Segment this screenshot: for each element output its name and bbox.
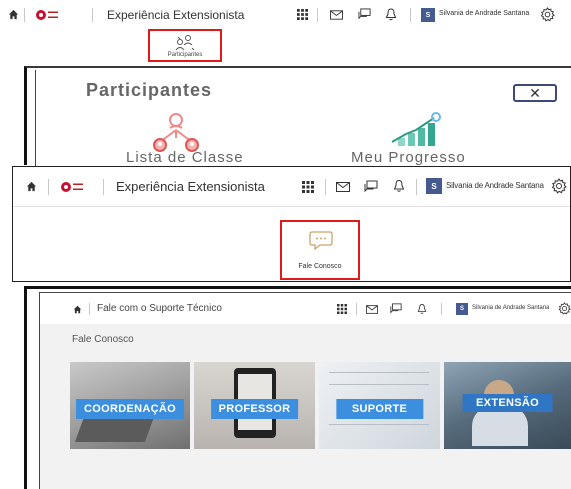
section-subtitle: Fale Conosco <box>72 334 134 345</box>
divider <box>24 8 25 22</box>
content-footer <box>40 449 571 489</box>
bell-icon[interactable] <box>385 8 397 21</box>
avatar[interactable]: S <box>421 8 435 22</box>
divider <box>441 303 442 315</box>
participants-panel-inner: Participantes ✕ Lista de Classe Meu Prog… <box>35 70 571 167</box>
participants-icon <box>175 34 195 51</box>
page-title: Fale com o Suporte Técnico <box>97 303 222 314</box>
tile-image <box>329 372 429 373</box>
top-bar-1: ▬▬ ▬▬ Experiência Extensionista S Silvani… <box>0 0 571 30</box>
logo-text: ▬▬ ▬▬ <box>73 181 83 192</box>
mail-icon[interactable] <box>330 10 343 20</box>
divider <box>92 8 93 22</box>
logo-mark <box>36 10 46 20</box>
contact-label: Fale Conosco <box>298 263 342 270</box>
tile-image <box>329 424 429 425</box>
support-label: SUPORTE <box>335 399 424 419</box>
tile-image <box>472 406 528 446</box>
logo-mark <box>61 182 71 192</box>
avatar[interactable]: S <box>456 303 468 315</box>
participants-highlight[interactable]: Participantes <box>148 29 222 62</box>
divider <box>103 179 104 195</box>
mail-icon[interactable] <box>366 305 378 314</box>
logo[interactable]: ▬▬ ▬▬ <box>61 182 83 192</box>
divider <box>356 303 357 315</box>
gear-icon[interactable] <box>551 178 567 194</box>
logo[interactable]: ▬▬ ▬▬ <box>36 10 58 20</box>
class-list-icon[interactable] <box>146 112 206 154</box>
contact-highlight[interactable]: Fale Conosco <box>280 220 360 280</box>
avatar[interactable]: S <box>426 178 442 194</box>
gear-icon[interactable] <box>558 302 571 315</box>
coordination-tile[interactable]: COORDENAÇÃO <box>70 362 190 449</box>
speech-bubbles-icon <box>308 230 334 252</box>
user-name[interactable]: Silvania de Andrade Santana <box>472 305 549 311</box>
home-icon[interactable] <box>26 181 37 192</box>
apps-grid-icon[interactable] <box>337 304 347 314</box>
contact-panel: ▬▬ ▬▬ Experiência Extensionista S Silvani… <box>12 166 571 282</box>
home-icon[interactable] <box>8 9 19 20</box>
panel-title: Participantes <box>86 80 213 100</box>
chat-icon[interactable] <box>364 180 378 194</box>
mail-icon[interactable] <box>336 182 350 192</box>
divider <box>48 179 49 195</box>
user-name[interactable]: Silvania de Andrade Santana <box>439 10 529 17</box>
divider <box>416 179 417 195</box>
divider <box>325 179 326 195</box>
extension-tile[interactable]: EXTENSÃO <box>444 362 571 449</box>
professor-label: PROFESSOR <box>210 399 299 419</box>
gear-icon[interactable] <box>540 7 555 22</box>
apps-grid-icon[interactable] <box>297 9 308 20</box>
class-list-label[interactable]: Lista de Classe <box>126 149 244 166</box>
app-title: Experiência Extensionista <box>116 179 265 194</box>
top-bar-4: Fale com o Suporte Técnico S Silvania de… <box>40 296 571 323</box>
chat-icon[interactable] <box>390 303 402 315</box>
progress-chart-icon[interactable] <box>386 112 446 148</box>
coordination-label: COORDENAÇÃO <box>76 399 184 419</box>
progress-label[interactable]: Meu Progresso <box>351 149 466 166</box>
participants-panel: Participantes ✕ Lista de Classe Meu Prog… <box>24 66 571 167</box>
top-bar-3: ▬▬ ▬▬ Experiência Extensionista S Silvani… <box>13 167 570 207</box>
app-title: Experiência Extensionista <box>107 8 245 22</box>
extension-label: EXTENSÃO <box>462 394 553 412</box>
bell-icon[interactable] <box>417 303 427 315</box>
close-button[interactable]: ✕ <box>513 84 557 102</box>
professor-tile[interactable]: PROFESSOR <box>194 362 315 449</box>
tile-image <box>329 384 429 385</box>
divider <box>410 8 411 22</box>
divider <box>317 8 318 22</box>
close-icon: ✕ <box>529 84 541 101</box>
user-name[interactable]: Silvania de Andrade Santana <box>446 181 544 190</box>
chat-icon[interactable] <box>358 8 371 21</box>
apps-grid-icon[interactable] <box>302 181 314 193</box>
home-icon[interactable] <box>73 305 82 314</box>
logo-text: ▬▬ ▬▬ <box>48 9 58 20</box>
participants-label: Participantes <box>167 52 203 58</box>
divider <box>89 303 90 315</box>
bell-icon[interactable] <box>393 179 405 193</box>
support-tile[interactable]: SUPORTE <box>319 362 440 449</box>
